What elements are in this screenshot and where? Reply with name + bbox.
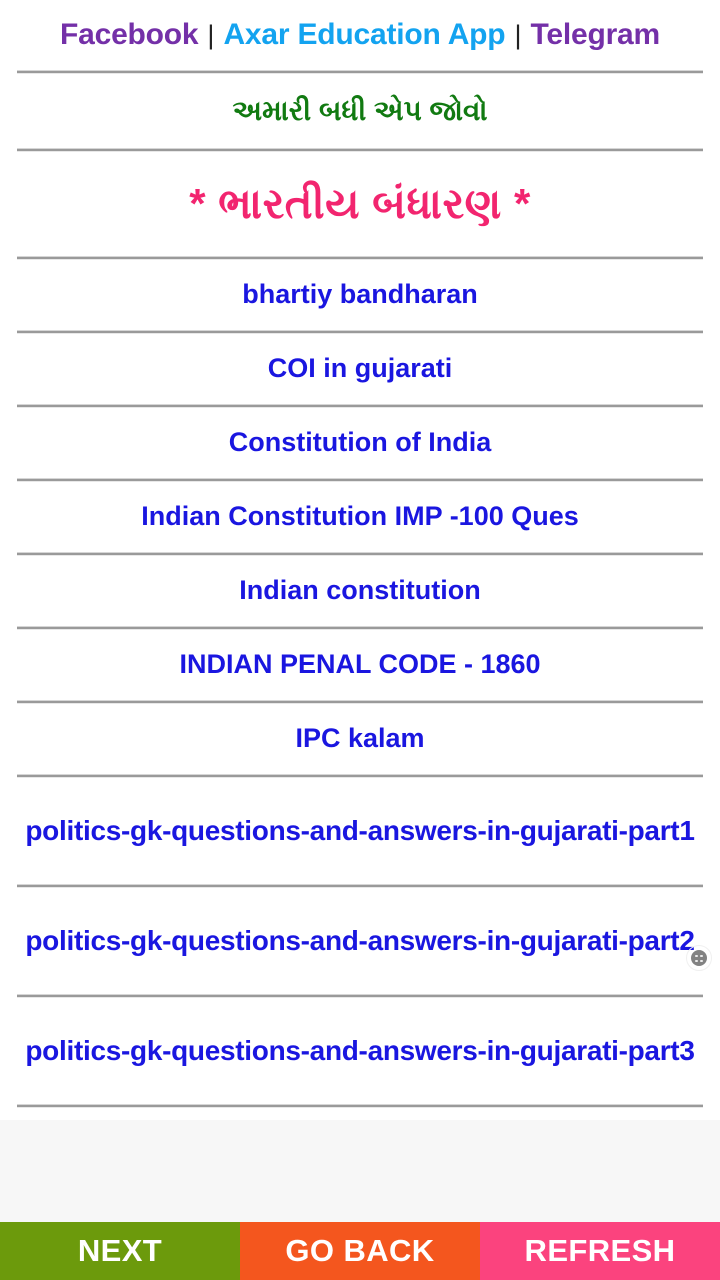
divider (17, 994, 703, 998)
list-item-link[interactable]: INDIAN PENAL CODE - 1860 (14, 646, 706, 683)
divider (17, 626, 703, 630)
link-separator-2: | (514, 19, 522, 50)
list-item-link[interactable]: politics-gk-questions-and-answers-in-guj… (14, 922, 706, 961)
list-item[interactable]: politics-gk-questions-and-answers-in-guj… (0, 998, 720, 1104)
next-button[interactable]: NEXT (0, 1222, 240, 1280)
list-item[interactable]: Indian Constitution IMP -100 Ques (0, 482, 720, 552)
divider (17, 70, 703, 74)
list-item[interactable]: COI in gujarati (0, 334, 720, 404)
list-item[interactable]: Indian constitution (0, 556, 720, 626)
divider (17, 404, 703, 408)
list-item-link[interactable]: bhartiy bandharan (14, 276, 706, 313)
refresh-button[interactable]: REFRESH (480, 1222, 720, 1280)
dotted-circle-icon[interactable] (691, 950, 707, 966)
social-link-bar: Facebook | Axar Education App | Telegram (0, 0, 720, 70)
divider (17, 330, 703, 334)
list-item-link[interactable]: Indian Constitution IMP -100 Ques (14, 498, 706, 535)
page-title: * ભારતીય બંધારણ * (0, 152, 720, 256)
divider (17, 478, 703, 482)
list-item-link[interactable]: politics-gk-questions-and-answers-in-guj… (14, 812, 706, 851)
list-item-link[interactable]: politics-gk-questions-and-answers-in-guj… (14, 1032, 706, 1071)
link-separator-1: | (207, 19, 215, 50)
app-screen: Facebook | Axar Education App | Telegram… (0, 0, 720, 1280)
bottom-button-bar: NEXT GO BACK REFRESH (0, 1222, 720, 1280)
list-item[interactable]: politics-gk-questions-and-answers-in-guj… (0, 778, 720, 884)
scrollable-content[interactable]: Facebook | Axar Education App | Telegram… (0, 0, 720, 1120)
page-title-text: * ભારતીય બંધારણ * (189, 179, 531, 227)
axar-education-app-link[interactable]: Axar Education App (223, 18, 505, 52)
bottom-filler (0, 1120, 720, 1222)
list-item[interactable]: politics-gk-questions-and-answers-in-guj… (0, 888, 720, 994)
divider (17, 148, 703, 152)
divider (17, 700, 703, 704)
list-item-link[interactable]: IPC kalam (14, 720, 706, 757)
list-item-link[interactable]: Constitution of India (14, 424, 706, 461)
facebook-link[interactable]: Facebook (60, 18, 199, 52)
list-item-link[interactable]: Indian constitution (14, 572, 706, 609)
divider (17, 256, 703, 260)
telegram-link[interactable]: Telegram (530, 18, 660, 52)
list-item[interactable]: Constitution of India (0, 408, 720, 478)
divider (17, 884, 703, 888)
see-all-apps-label: અમારી બધી એપ જોવો (232, 94, 488, 126)
divider (17, 552, 703, 556)
list-item[interactable]: INDIAN PENAL CODE - 1860 (0, 630, 720, 700)
divider (17, 774, 703, 778)
list-item[interactable]: IPC kalam (0, 704, 720, 774)
list-item-link[interactable]: COI in gujarati (14, 350, 706, 387)
see-all-apps-banner[interactable]: અમારી બધી એપ જોવો (0, 74, 720, 148)
list-item[interactable]: bhartiy bandharan (0, 260, 720, 330)
divider (17, 1104, 703, 1108)
go-back-button[interactable]: GO BACK (240, 1222, 480, 1280)
